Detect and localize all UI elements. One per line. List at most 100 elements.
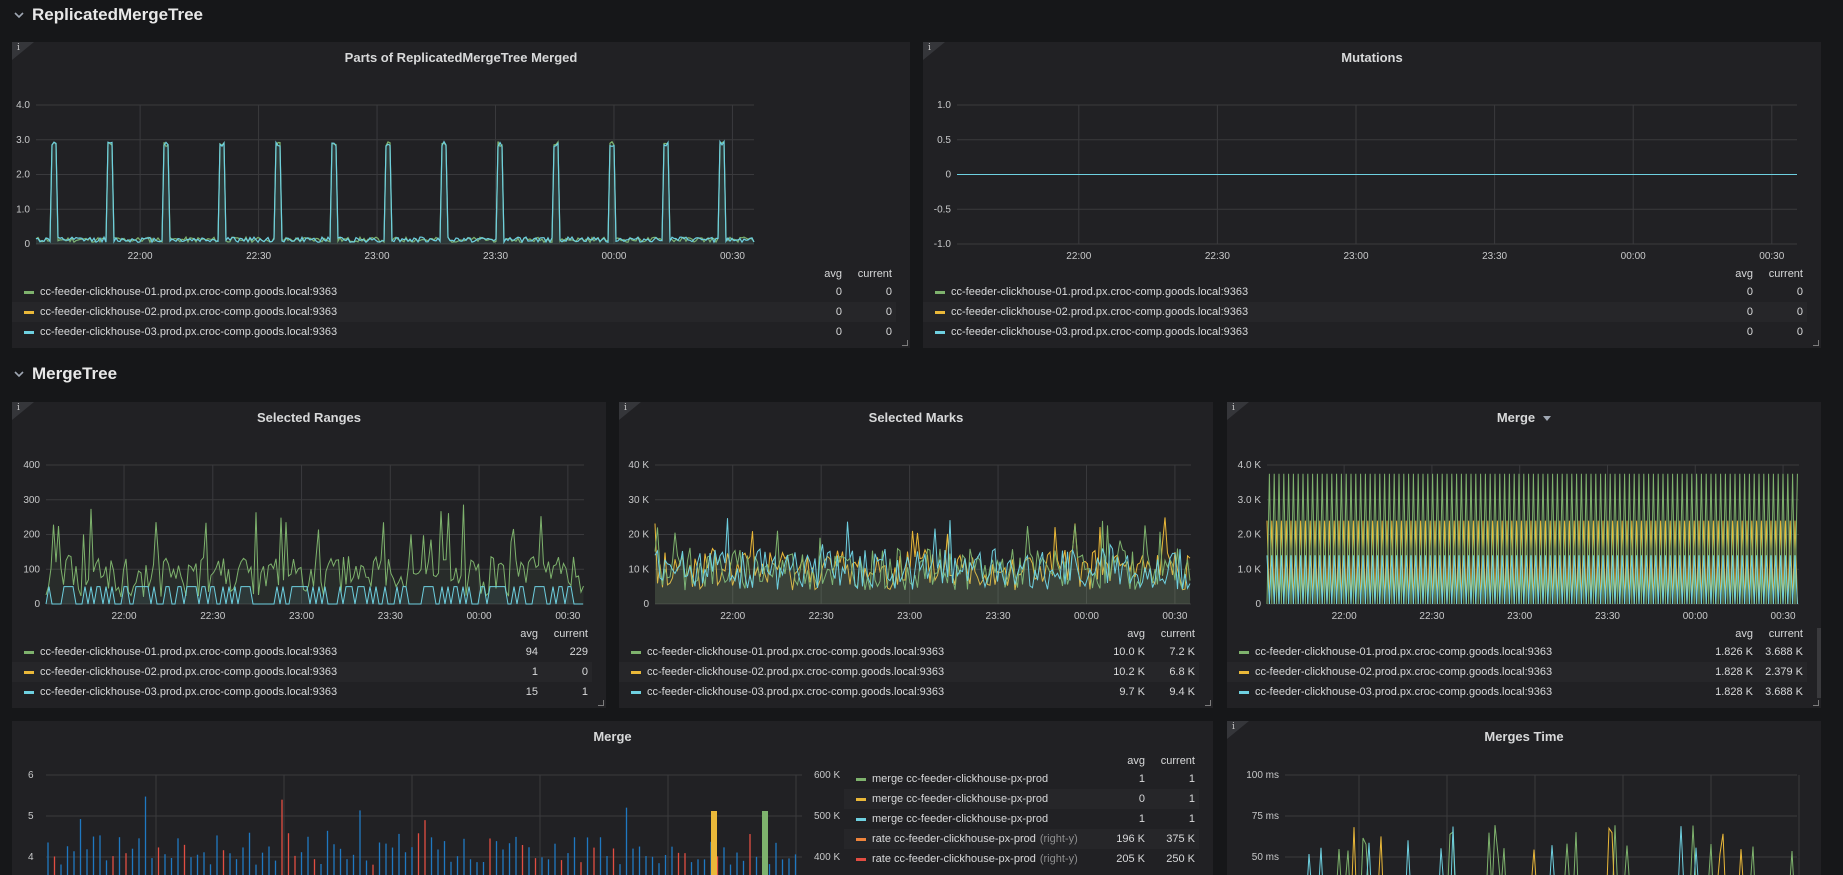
avg-header[interactable]: avg [502, 628, 542, 640]
series-name[interactable]: merge cc-feeder-clickhouse-px-prod [872, 773, 1099, 785]
panel-title[interactable]: Merges Time [1227, 729, 1821, 744]
legend-item[interactable]: cc-feeder-clickhouse-02.prod.px.croc-com… [923, 302, 1807, 322]
series-color-swatch[interactable] [24, 690, 34, 694]
avg-header[interactable]: avg [1099, 755, 1149, 767]
series-color-swatch[interactable] [935, 290, 945, 294]
series-color-swatch[interactable] [1239, 670, 1249, 674]
current-header[interactable]: current [1149, 755, 1199, 767]
series-color-swatch[interactable] [1239, 690, 1249, 694]
graph-area[interactable]: 6 600 K 5 500 K 4 400 K [12, 745, 842, 875]
caret-down-icon[interactable] [1543, 416, 1552, 422]
legend-item[interactable]: cc-feeder-clickhouse-01.prod.px.croc-com… [923, 282, 1807, 302]
series-name[interactable]: cc-feeder-clickhouse-03.prod.px.croc-com… [1255, 686, 1707, 698]
series-color-swatch[interactable] [935, 310, 945, 314]
series-name[interactable]: cc-feeder-clickhouse-01.prod.px.croc-com… [40, 286, 806, 298]
current-header[interactable]: current [542, 628, 592, 640]
legend-item[interactable]: cc-feeder-clickhouse-01.prod.px.croc-com… [619, 642, 1199, 662]
series-color-swatch[interactable] [856, 817, 866, 821]
resize-handle[interactable] [598, 700, 604, 706]
panel-title[interactable]: Merge [1227, 410, 1821, 425]
row-header-mergetree[interactable]: MergeTree [14, 359, 117, 389]
series-name[interactable]: cc-feeder-clickhouse-03.prod.px.croc-com… [951, 326, 1717, 338]
series-name[interactable]: cc-feeder-clickhouse-02.prod.px.croc-com… [40, 666, 502, 678]
resize-handle[interactable] [1205, 700, 1211, 706]
resize-handle[interactable] [1813, 700, 1819, 706]
legend-item[interactable]: cc-feeder-clickhouse-02.prod.px.croc-com… [1227, 662, 1807, 682]
avg-header[interactable]: avg [1717, 268, 1757, 280]
avg-header[interactable]: avg [1099, 628, 1149, 640]
series-color-swatch[interactable] [935, 330, 945, 334]
series-name[interactable]: rate cc-feeder-clickhouse-px-prod (right-… [872, 833, 1099, 845]
panel-merges-time[interactable]: i Merges Time 100 ms 75 ms 50 ms [1227, 721, 1821, 875]
current-header[interactable]: current [1757, 268, 1807, 280]
series-name[interactable]: cc-feeder-clickhouse-01.prod.px.croc-com… [40, 646, 502, 658]
series-color-swatch[interactable] [631, 690, 641, 694]
avg-header[interactable]: avg [806, 268, 846, 280]
series-name[interactable]: merge cc-feeder-clickhouse-px-prod [872, 813, 1099, 825]
series-color-swatch[interactable] [1239, 650, 1249, 654]
avg-header[interactable]: avg [1707, 628, 1757, 640]
legend-scrollbar[interactable] [1817, 628, 1821, 698]
panel-merge-rate[interactable]: Merge 6 600 K 5 500 K 4 400 K avg current merg… [12, 721, 1213, 875]
series-name[interactable]: rate cc-feeder-clickhouse-px-prod (right-… [872, 853, 1099, 865]
legend-item[interactable]: cc-feeder-clickhouse-02.prod.px.croc-com… [619, 662, 1199, 682]
series-color-swatch[interactable] [24, 650, 34, 654]
series-name[interactable]: cc-feeder-clickhouse-03.prod.px.croc-com… [40, 326, 806, 338]
panel-title[interactable]: Selected Ranges [12, 410, 606, 425]
graph-area[interactable]: 400 300 200 100 0 22:00 22:30 23:00 23:30 00:00 00… [12, 428, 606, 644]
legend-item[interactable]: cc-feeder-clickhouse-03.prod.px.croc-com… [12, 322, 896, 342]
panel-title[interactable]: Selected Marks [619, 410, 1213, 425]
row-header-replicatedmergetree[interactable]: ReplicatedMergeTree [14, 0, 203, 30]
series-name[interactable]: cc-feeder-clickhouse-02.prod.px.croc-com… [647, 666, 1099, 678]
legend-item[interactable]: cc-feeder-clickhouse-03.prod.px.croc-com… [1227, 682, 1807, 702]
graph-area[interactable]: 4.0 K 3.0 K 2.0 K 1.0 K 0 22:00 22:30 23:00 23:3… [1227, 428, 1821, 644]
resize-handle[interactable] [1813, 340, 1819, 346]
panel-title[interactable]: Mutations [923, 50, 1821, 65]
series-color-swatch[interactable] [856, 857, 866, 861]
legend-item[interactable]: cc-feeder-clickhouse-02.prod.px.croc-com… [12, 662, 592, 682]
series-color-swatch[interactable] [856, 797, 866, 801]
legend-item[interactable]: cc-feeder-clickhouse-03.prod.px.croc-com… [12, 682, 592, 702]
legend-item[interactable]: cc-feeder-clickhouse-01.prod.px.croc-com… [12, 642, 592, 662]
series-color-swatch[interactable] [24, 290, 34, 294]
current-header[interactable]: current [1149, 628, 1199, 640]
legend-item[interactable]: merge cc-feeder-clickhouse-px-prod 1 1 [844, 769, 1199, 789]
graph-area[interactable]: 4.0 3.0 2.0 1.0 0 22:00 22:30 23:00 23:30 00:00 00… [12, 68, 910, 284]
series-name[interactable]: merge cc-feeder-clickhouse-px-prod [872, 793, 1099, 805]
series-color-swatch[interactable] [24, 670, 34, 674]
series-color-swatch[interactable] [631, 650, 641, 654]
series-name[interactable]: cc-feeder-clickhouse-02.prod.px.croc-com… [951, 306, 1717, 318]
legend-item[interactable]: cc-feeder-clickhouse-01.prod.px.croc-com… [1227, 642, 1807, 662]
panel-selected-marks[interactable]: i Selected Marks 40 K 30 K 20 K 10 K 0 22:00 2… [619, 402, 1213, 708]
graph-area[interactable]: 40 K 30 K 20 K 10 K 0 22:00 22:30 23:00 23:30 00:… [619, 428, 1213, 644]
panel-selected-ranges[interactable]: i Selected Ranges 400 300 200 100 0 22:00 22:3… [12, 402, 606, 708]
panel-merge[interactable]: i Merge 4.0 K 3.0 K 2.0 K 1.0 K 0 22:00 22:30 2… [1227, 402, 1821, 708]
series-color-swatch[interactable] [24, 310, 34, 314]
legend-item[interactable]: cc-feeder-clickhouse-01.prod.px.croc-com… [12, 282, 896, 302]
panel-mutations[interactable]: i Mutations 1.0 0.5 0 -0.5 -1.0 22:00 22:30 23:… [923, 42, 1821, 348]
series-name[interactable]: cc-feeder-clickhouse-03.prod.px.croc-com… [647, 686, 1099, 698]
legend-item[interactable]: cc-feeder-clickhouse-03.prod.px.croc-com… [923, 322, 1807, 342]
legend-item[interactable]: cc-feeder-clickhouse-02.prod.px.croc-com… [12, 302, 896, 322]
graph-area[interactable]: 1.0 0.5 0 -0.5 -1.0 22:00 22:30 23:00 23:30 00:00… [923, 68, 1821, 284]
legend-item[interactable]: rate cc-feeder-clickhouse-px-prod (right-… [844, 849, 1199, 869]
series-name[interactable]: cc-feeder-clickhouse-01.prod.px.croc-com… [951, 286, 1717, 298]
series-color-swatch[interactable] [856, 777, 866, 781]
current-header[interactable]: current [846, 268, 896, 280]
series-color-swatch[interactable] [24, 330, 34, 334]
panel-title[interactable]: Merge [12, 729, 1213, 744]
series-name[interactable]: cc-feeder-clickhouse-01.prod.px.croc-com… [647, 646, 1099, 658]
legend-item[interactable]: rate cc-feeder-clickhouse-px-prod (right-… [844, 829, 1199, 849]
series-name[interactable]: cc-feeder-clickhouse-02.prod.px.croc-com… [40, 306, 806, 318]
current-header[interactable]: current [1757, 628, 1807, 640]
series-color-swatch[interactable] [631, 670, 641, 674]
series-name[interactable]: cc-feeder-clickhouse-01.prod.px.croc-com… [1255, 646, 1707, 658]
series-name[interactable]: cc-feeder-clickhouse-02.prod.px.croc-com… [1255, 666, 1707, 678]
legend-item[interactable]: cc-feeder-clickhouse-03.prod.px.croc-com… [619, 682, 1199, 702]
panel-parts-merged[interactable]: i Parts of ReplicatedMergeTree Merged 4.… [12, 42, 910, 348]
graph-area[interactable]: 100 ms 75 ms 50 ms [1227, 745, 1821, 875]
resize-handle[interactable] [902, 340, 908, 346]
series-name[interactable]: cc-feeder-clickhouse-03.prod.px.croc-com… [40, 686, 502, 698]
panel-title[interactable]: Parts of ReplicatedMergeTree Merged [12, 50, 910, 65]
series-color-swatch[interactable] [856, 837, 866, 841]
